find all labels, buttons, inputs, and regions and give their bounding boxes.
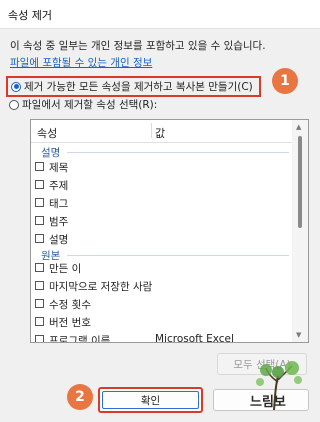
step-2-badge: 2 <box>67 384 93 410</box>
checkbox[interactable] <box>35 180 44 189</box>
list-item[interactable]: 만든 이 <box>31 259 293 277</box>
column-separator <box>151 123 152 138</box>
step-1-badge: 1 <box>272 68 298 94</box>
window-title: 속성 제거 <box>8 9 52 22</box>
list-item[interactable]: 제목 <box>31 158 293 176</box>
privacy-info-link[interactable]: 파일에 포함될 수 있는 개인 정보 <box>10 55 152 70</box>
group-divider <box>67 152 289 153</box>
scrollbar-thumb[interactable] <box>298 136 302 228</box>
scroll-down-arrow-icon[interactable]: ▼ <box>296 331 301 339</box>
checkbox[interactable] <box>35 335 44 342</box>
option-remove-all[interactable]: 제거 가능한 모든 속성을 제거하고 복사본 만들기(C) <box>6 76 261 97</box>
list-item[interactable]: 설명 <box>31 230 293 248</box>
description-text: 이 속성 중 일부는 개인 정보를 포함하고 있을 수 있습니다. <box>10 40 266 52</box>
radio-remove-all[interactable] <box>11 81 21 92</box>
checkbox[interactable] <box>35 234 44 243</box>
checkbox[interactable] <box>35 263 44 272</box>
ok-button[interactable]: 확인 <box>98 387 203 413</box>
checkbox[interactable] <box>35 216 44 225</box>
blog-logo-watermark: 느림보 <box>250 361 302 411</box>
vertical-scrollbar[interactable]: ▲ ▼ <box>292 120 308 342</box>
list-item[interactable]: 주제 <box>31 176 293 194</box>
checkbox[interactable] <box>35 162 44 171</box>
list-item[interactable]: 태그 <box>31 194 293 212</box>
watermark-text: 느림보 <box>250 395 286 410</box>
column-header-property[interactable]: 속성 <box>37 125 57 141</box>
title-bar: 속성 제거 <box>0 0 320 29</box>
group-divider <box>67 255 289 256</box>
checkbox[interactable] <box>35 317 44 326</box>
option-select-properties-label: 파일에서 제거할 속성 선택(R): <box>22 99 158 111</box>
checkbox[interactable] <box>35 198 44 207</box>
list-header: 속성 값 <box>31 120 293 143</box>
checkbox[interactable] <box>35 299 44 308</box>
list-item[interactable]: 마지막으로 저장한 사람 <box>31 277 293 295</box>
radio-select-properties[interactable] <box>9 99 19 110</box>
checkbox[interactable] <box>35 281 44 290</box>
list-item[interactable]: 범주 <box>31 212 293 230</box>
property-list[interactable]: 속성 값 설명 제목 주제 태그 범주 설명 원본 만든 이 마지막으로 저장한… <box>30 119 309 343</box>
option-select-properties[interactable]: 파일에서 제거할 속성 선택(R): <box>9 96 157 113</box>
list-item[interactable]: 수정 횟수 <box>31 295 293 313</box>
list-item[interactable]: 버전 번호 <box>31 313 293 331</box>
ok-button-label: 확인 <box>140 394 161 407</box>
column-header-value[interactable]: 값 <box>155 125 165 141</box>
scroll-up-arrow-icon[interactable]: ▲ <box>296 123 301 131</box>
list-item[interactable]: 프로그램 이름 Microsoft Excel <box>31 331 293 342</box>
option-remove-all-label: 제거 가능한 모든 속성을 제거하고 복사본 만들기(C) <box>24 81 253 93</box>
